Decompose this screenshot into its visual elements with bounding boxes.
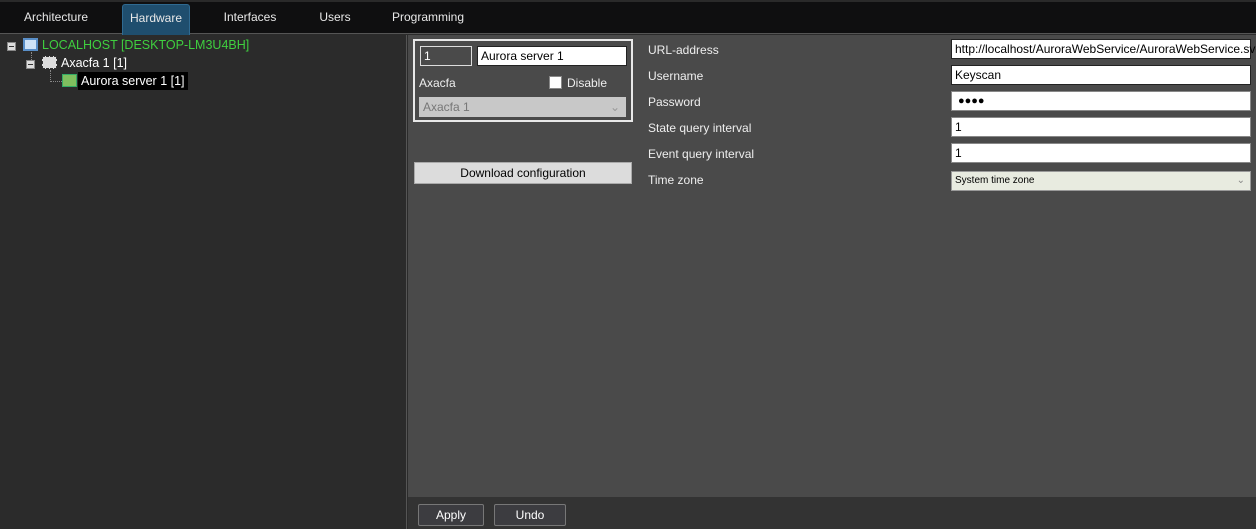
timezone-select[interactable]: System time zone ⌄: [951, 171, 1251, 191]
hardware-tree: LOCALHOST [DESKTOP-LM3U4BH] Axacfa 1 [1]…: [0, 35, 407, 529]
password-input[interactable]: ●●●●: [951, 91, 1251, 111]
download-configuration-button[interactable]: Download configuration: [414, 162, 632, 184]
tree-node-localhost[interactable]: LOCALHOST [DESKTOP-LM3U4BH]: [42, 37, 249, 53]
id-input[interactable]: 1: [420, 46, 472, 66]
footer-bar: Apply Undo: [408, 497, 1256, 529]
top-tab-bar: Architecture Hardware Interfaces Users P…: [0, 0, 1256, 36]
settings-panel: 1 Aurora server 1 Axacfa Disable Axacfa …: [408, 35, 1256, 497]
object-box: 1 Aurora server 1 Axacfa Disable Axacfa …: [413, 39, 633, 122]
event-interval-input[interactable]: 1: [951, 143, 1251, 163]
tab-hardware[interactable]: Hardware: [122, 4, 190, 36]
chevron-down-icon: ⌄: [1236, 175, 1245, 186]
chevron-down-icon: ⌄: [609, 100, 620, 114]
timezone-label: Time zone: [648, 173, 704, 187]
disable-label: Disable: [567, 76, 608, 90]
disable-checkbox[interactable]: [549, 76, 562, 89]
tree-node-aurora-server[interactable]: Aurora server 1 [1]: [78, 72, 188, 90]
server-board-icon: [62, 74, 77, 87]
timezone-value: System time zone: [955, 175, 1035, 186]
url-input[interactable]: http://localhost/AuroraWebService/Aurora…: [951, 39, 1256, 59]
password-label: Password: [648, 95, 701, 109]
type-label: Axacfa: [419, 76, 456, 90]
name-input[interactable]: Aurora server 1: [477, 46, 627, 66]
parent-select-value: Axacfa 1: [423, 100, 470, 114]
parent-select[interactable]: Axacfa 1 ⌄: [419, 97, 626, 117]
tab-programming[interactable]: Programming: [386, 4, 470, 36]
collapse-icon[interactable]: [7, 42, 16, 51]
computer-icon: [23, 38, 38, 51]
tree-node-axacfa[interactable]: Axacfa 1 [1]: [61, 55, 127, 71]
event-interval-label: Event query interval: [648, 147, 755, 161]
tab-users[interactable]: Users: [310, 4, 360, 36]
apply-button[interactable]: Apply: [418, 504, 484, 526]
controller-icon: [42, 56, 57, 69]
tab-architecture[interactable]: Architecture: [14, 4, 98, 36]
collapse-icon[interactable]: [26, 60, 35, 69]
url-label: URL-address: [648, 43, 719, 57]
username-label: Username: [648, 69, 704, 83]
undo-button[interactable]: Undo: [494, 504, 566, 526]
tab-interfaces[interactable]: Interfaces: [214, 4, 286, 36]
tree-line: [50, 70, 62, 82]
username-input[interactable]: Keyscan: [951, 65, 1251, 85]
state-interval-input[interactable]: 1: [951, 117, 1251, 137]
state-interval-label: State query interval: [648, 121, 752, 135]
